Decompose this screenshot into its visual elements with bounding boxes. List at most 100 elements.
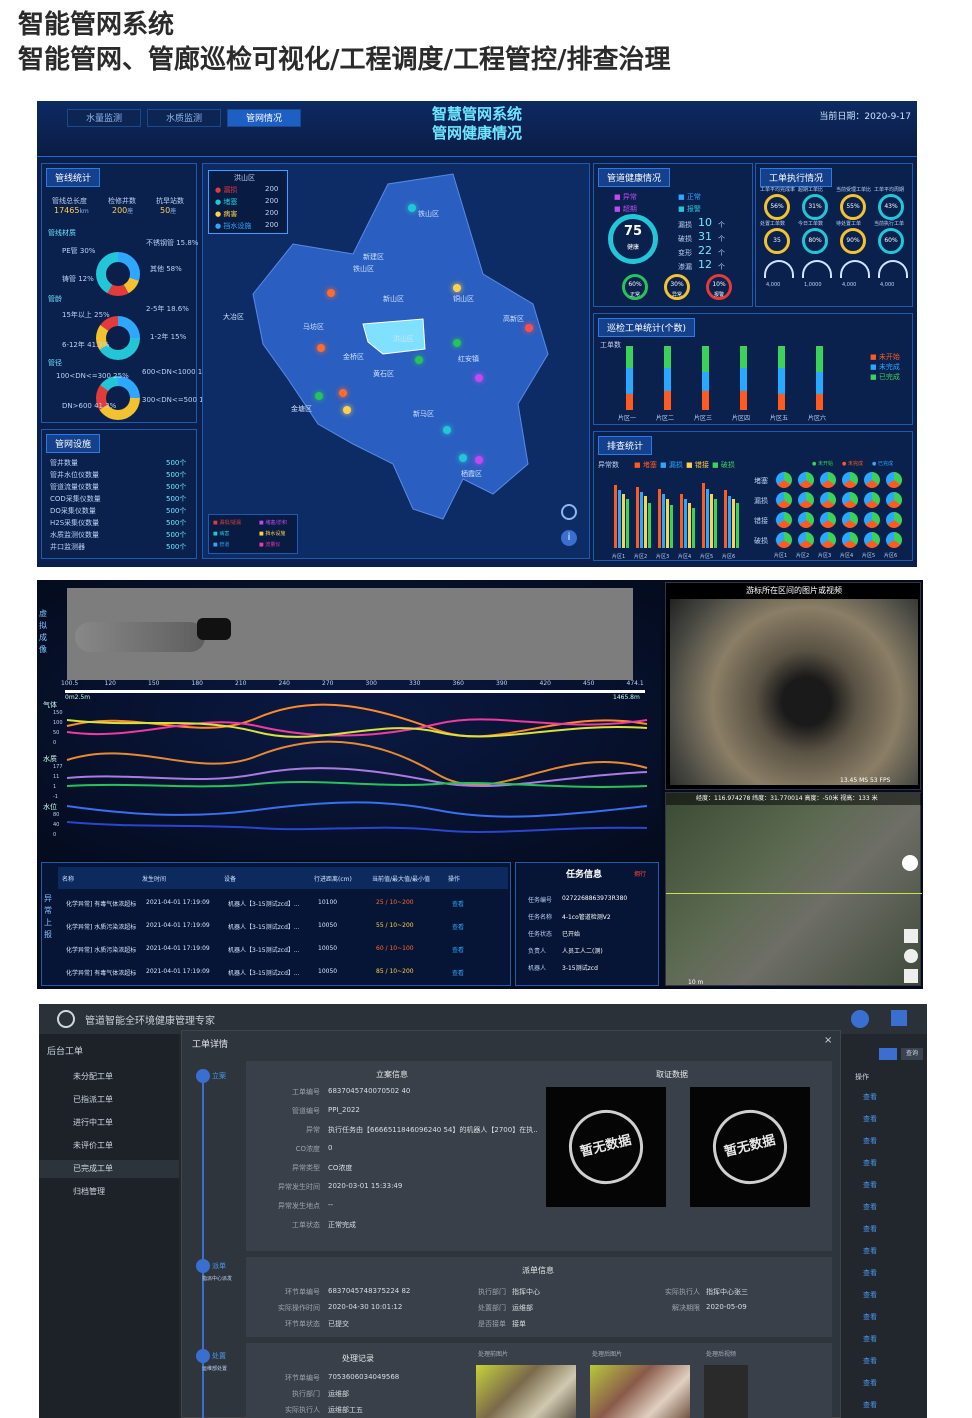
home-icon[interactable] <box>904 929 918 943</box>
query-button[interactable]: 查询 <box>901 1048 923 1060</box>
view-link[interactable]: 查看 <box>863 1312 877 1322</box>
map-marker[interactable] <box>475 374 483 382</box>
map-district-label[interactable]: 新马区 <box>413 409 434 419</box>
view-link[interactable]: 查看 <box>452 945 464 954</box>
task-label: 负责人 <box>528 948 547 955</box>
map-district-label[interactable]: 高新区 <box>503 314 524 324</box>
sidebar-menu-item[interactable]: 进行中工单 <box>59 1114 179 1132</box>
locate-icon[interactable] <box>561 504 577 520</box>
work-gauge-value: 4,000 <box>880 282 895 288</box>
map-marker[interactable] <box>475 456 483 464</box>
view-link[interactable]: 查看 <box>863 1246 877 1256</box>
info-icon[interactable]: i <box>561 530 577 546</box>
table-cell: 10050 <box>318 922 338 929</box>
sidebar-menu-item[interactable]: 未分配工单 <box>59 1068 179 1086</box>
distance-slider[interactable] <box>65 690 645 693</box>
fullscreen-icon[interactable] <box>904 969 918 983</box>
distance-tick: 120 <box>104 680 116 687</box>
health-score-label: 健康 <box>626 244 639 251</box>
map-bottom-legend-item: ■ 挡水设施 <box>259 531 286 537</box>
sidebar: 后台工单 未分配工单 已指派工单 进行中工单 未评价工单 已完成工单 归档管理 <box>39 1034 179 1418</box>
tab-water-volume[interactable]: 水量监测 <box>67 109 141 127</box>
map-marker[interactable] <box>343 406 351 414</box>
facility-value: 500个 <box>166 495 187 503</box>
map-marker[interactable] <box>315 392 323 400</box>
map-marker[interactable] <box>453 339 461 347</box>
home-icon[interactable] <box>891 1010 907 1026</box>
close-icon[interactable]: × <box>824 1035 832 1046</box>
map-district-label[interactable]: 铁山区 <box>418 209 439 219</box>
map-district-label[interactable]: 新山区 <box>383 294 404 304</box>
map-district-label[interactable]: 栖霞区 <box>461 469 482 479</box>
view-link[interactable]: 查看 <box>452 899 464 908</box>
view-link[interactable]: 查看 <box>863 1378 877 1388</box>
check-legend-item: ■ 漏损 <box>660 461 683 469</box>
sidebar-menu-item[interactable]: 已指派工单 <box>59 1091 179 1109</box>
map-district-label[interactable]: 大冶区 <box>223 312 244 322</box>
map-district-label[interactable]: 红安镇 <box>458 354 479 364</box>
map-marker[interactable] <box>459 454 467 462</box>
view-link[interactable]: 查看 <box>863 1290 877 1300</box>
view-link[interactable]: 查看 <box>863 1334 877 1344</box>
map-marker[interactable] <box>453 284 461 292</box>
map-area: 铁山区 新建区 铁山区 新山区 铜山区 高新区 大冶区 马坊区 洪山区 金桥区 黄石区 红安镇 新马区栖… <box>202 163 590 559</box>
table-cell: 60 / 10~100 <box>376 945 414 952</box>
check-legend-item: ■ 堵塞 <box>634 461 657 469</box>
view-link[interactable]: 查看 <box>863 1114 877 1124</box>
view-link[interactable]: 查看 <box>863 1136 877 1146</box>
map-district-label[interactable]: 洪山区 <box>393 334 414 344</box>
sidebar-menu-item[interactable]: 已完成工单 <box>39 1160 179 1178</box>
handle-field-value: 运维部 <box>328 1390 349 1398</box>
map-marker[interactable] <box>525 324 533 332</box>
map-district-label[interactable]: 金桥区 <box>343 352 364 362</box>
check-pie <box>842 532 858 548</box>
view-link[interactable]: 查看 <box>863 1202 877 1212</box>
view-link[interactable]: 查看 <box>863 1158 877 1168</box>
map-district-label[interactable]: 黄石区 <box>373 369 394 379</box>
satellite-map[interactable]: 经度：116.974278 纬度：31.770014 高度：-50米 视高：13… <box>665 792 922 986</box>
before-image[interactable] <box>476 1365 576 1418</box>
globe-icon[interactable] <box>904 949 918 963</box>
health-count-label: 破损 <box>678 235 692 243</box>
query-small-button[interactable] <box>879 1048 897 1060</box>
after-video[interactable] <box>704 1365 748 1418</box>
view-link[interactable]: 查看 <box>452 922 464 931</box>
view-link[interactable]: 查看 <box>863 1356 877 1366</box>
view-link[interactable]: 查看 <box>863 1092 877 1102</box>
map-district-label[interactable]: 铁山区 <box>353 264 374 274</box>
sidebar-menu-item[interactable]: 归档管理 <box>59 1183 179 1201</box>
map-marker[interactable] <box>317 344 325 352</box>
view-link[interactable]: 查看 <box>863 1400 877 1410</box>
map-district-label[interactable]: 金塘区 <box>291 404 312 414</box>
view-link[interactable]: 查看 <box>452 968 464 977</box>
no-data-stamp: 暂无数据 <box>705 1102 795 1192</box>
map-marker[interactable] <box>408 204 416 212</box>
dispatch-field-label: 解决期限 <box>672 1304 700 1312</box>
work-ring-label: 今日工单数 <box>798 221 824 227</box>
map-district-label[interactable]: 马坊区 <box>303 322 324 332</box>
view-link[interactable]: 查看 <box>863 1180 877 1190</box>
pie-row-label: 堵塞 <box>754 477 768 485</box>
step-name: 处置 <box>212 1352 226 1360</box>
user-icon[interactable] <box>851 1010 869 1028</box>
tab-pipe-status[interactable]: 管网情况 <box>227 109 301 127</box>
map-marker[interactable] <box>443 426 451 434</box>
map-district-label[interactable]: 铜山区 <box>453 294 474 304</box>
sensor-tick: 1 <box>53 784 57 790</box>
after-image[interactable] <box>590 1365 690 1418</box>
compass-icon[interactable] <box>902 855 918 871</box>
pipe-video[interactable] <box>670 599 918 785</box>
dashboard-topbar: 水量监测 水质监测 管网情况 智慧管网系统 管网健康情况 当前日期：2020-9-… <box>37 101 917 157</box>
sidebar-menu-item[interactable]: 未评价工单 <box>59 1137 179 1155</box>
view-link[interactable]: 查看 <box>863 1224 877 1234</box>
health-count-unit: 个 <box>718 221 725 229</box>
view-link[interactable]: 查看 <box>863 1268 877 1278</box>
map-marker[interactable] <box>327 289 335 297</box>
sensor-tick: 80 <box>53 812 60 818</box>
page-title: 智能管网系统 <box>18 10 175 40</box>
map-marker[interactable] <box>415 356 423 364</box>
map-district-label[interactable]: 新建区 <box>363 252 384 262</box>
check-pie <box>886 492 902 508</box>
tab-water-quality[interactable]: 水质监测 <box>147 109 221 127</box>
map-marker[interactable] <box>339 389 347 397</box>
